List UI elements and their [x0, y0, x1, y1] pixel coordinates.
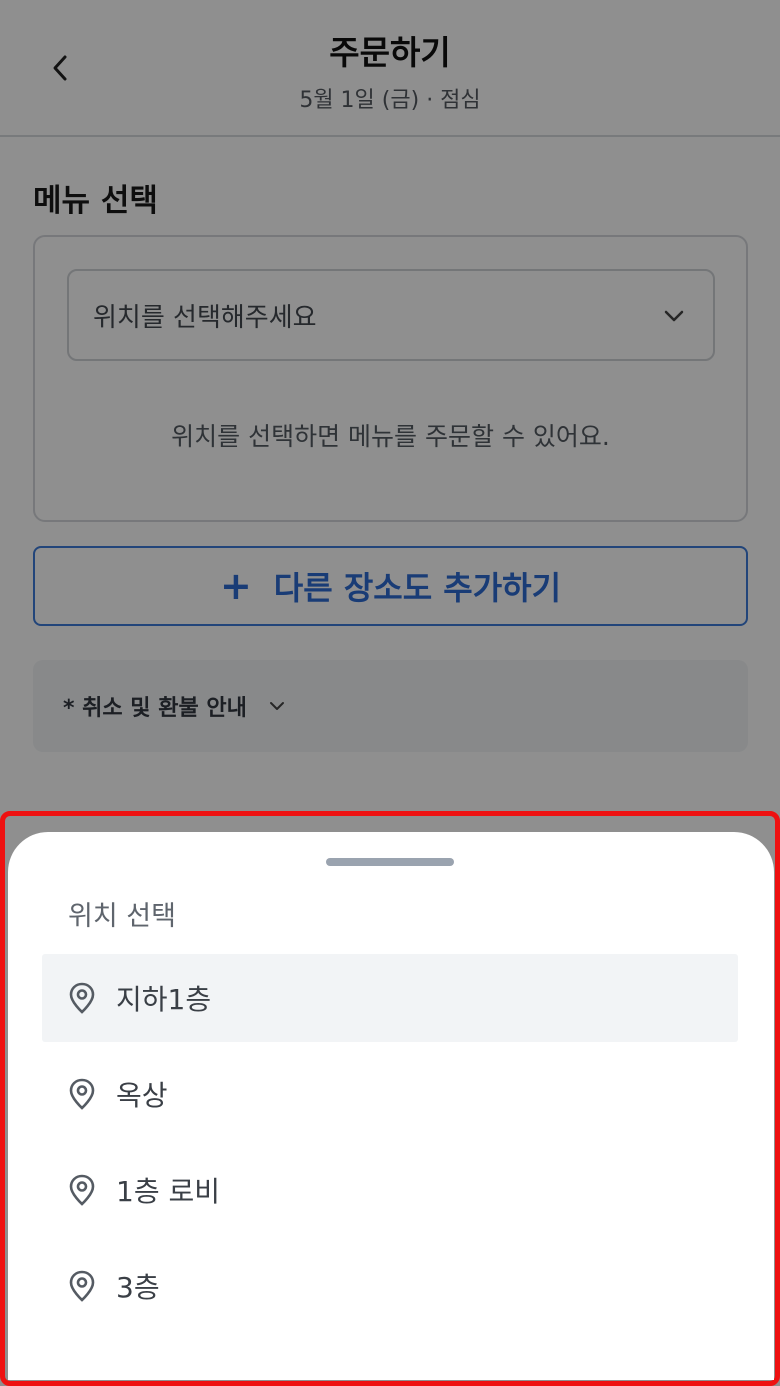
location-option-label: 3층: [116, 1271, 160, 1304]
location-pin-icon: [66, 982, 98, 1014]
location-option[interactable]: 1층 로비: [42, 1146, 738, 1234]
location-option-label: 1층 로비: [116, 1175, 220, 1208]
location-option-list: 지하1층 옥상 1층 로비 3층: [42, 954, 738, 1338]
location-option-label: 옥상: [116, 1079, 168, 1112]
location-pin-icon: [66, 1270, 98, 1302]
sheet-title: 위치 선택: [68, 901, 176, 932]
location-pin-icon: [66, 1174, 98, 1206]
location-option-label: 지하1층: [116, 983, 212, 1016]
location-pin-icon: [66, 1078, 98, 1110]
location-option[interactable]: 옥상: [42, 1050, 738, 1138]
location-bottom-sheet: 위치 선택 지하1층 옥상 1층 로비 3층: [8, 832, 774, 1380]
location-option[interactable]: 3층: [42, 1242, 738, 1330]
sheet-drag-handle[interactable]: [326, 858, 454, 866]
location-option[interactable]: 지하1층: [42, 954, 738, 1042]
